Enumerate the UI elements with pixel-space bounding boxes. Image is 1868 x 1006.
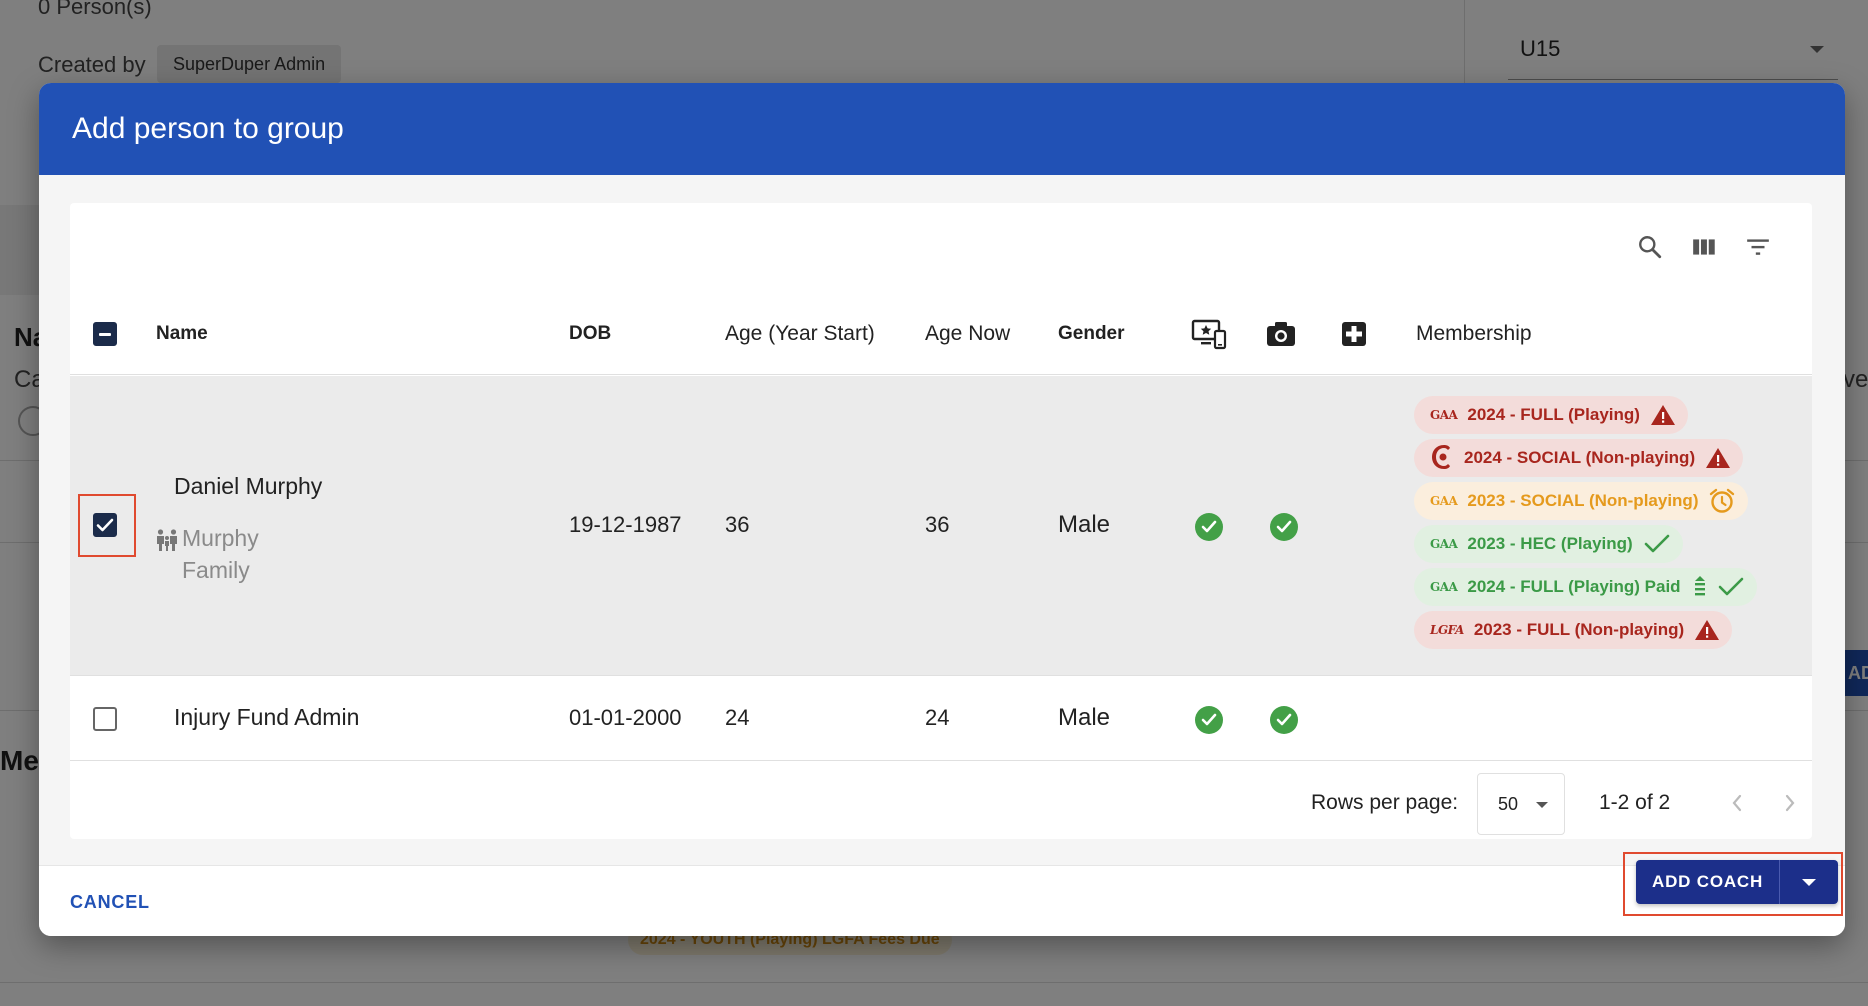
check-icon bbox=[1717, 576, 1745, 598]
column-header-membership[interactable]: Membership bbox=[1416, 293, 1532, 375]
table-pagination: Rows per page: 50 1-2 of 2 bbox=[70, 765, 1812, 839]
dob-value: 01-01-2000 bbox=[569, 705, 682, 730]
column-header-photo-icon[interactable] bbox=[1266, 293, 1296, 375]
family-icon bbox=[156, 528, 178, 560]
membership-chip[interactable]: LGFA 2023 - FULL (Non-playing) bbox=[1414, 611, 1733, 649]
add-coach-dropdown-button[interactable] bbox=[1780, 860, 1839, 904]
check-icon bbox=[1643, 533, 1671, 555]
family-link[interactable]: Murphy Family bbox=[156, 522, 259, 586]
photo-status-ok-icon bbox=[1270, 513, 1298, 541]
installments-icon bbox=[1691, 575, 1709, 599]
add-coach-button[interactable]: ADD COACH bbox=[1636, 860, 1781, 904]
select-all-checkbox[interactable] bbox=[93, 322, 117, 346]
membership-label: 2024 - SOCIAL (Non-playing) bbox=[1464, 448, 1696, 467]
membership-chip[interactable]: GAA 2024 - FULL (Playing) bbox=[1414, 396, 1688, 434]
membership-label: 2024 - FULL (Playing) Paid bbox=[1467, 577, 1681, 596]
row-checkbox[interactable] bbox=[93, 707, 117, 731]
lgfa-logo-icon: LGFA bbox=[1430, 623, 1464, 637]
membership-chip[interactable]: 2024 - SOCIAL (Non-playing) bbox=[1414, 439, 1744, 477]
rows-per-page-select[interactable]: 50 bbox=[1477, 773, 1565, 835]
check-icon bbox=[96, 518, 114, 532]
person-name[interactable]: Daniel Murphy bbox=[174, 473, 322, 500]
dialog-actions: CANCEL ADD COACH bbox=[39, 852, 1845, 936]
monitor-star-icon bbox=[1191, 319, 1227, 350]
add-person-dialog: Add person to group Name DOB Age (Year S… bbox=[39, 83, 1845, 936]
gender-value: Male bbox=[1058, 704, 1111, 731]
warning-icon bbox=[1705, 447, 1731, 469]
dob-value: 19-12-1987 bbox=[569, 512, 682, 537]
camera-icon bbox=[1267, 322, 1295, 346]
online-status-ok-icon bbox=[1195, 513, 1223, 541]
gaa-logo-icon: GAA bbox=[1430, 580, 1458, 594]
family-name-line1: Murphy bbox=[182, 525, 259, 551]
table-toolbar bbox=[1634, 231, 1774, 263]
online-status-ok-icon bbox=[1195, 706, 1223, 734]
pagination-range: 1-2 of 2 bbox=[1599, 791, 1671, 814]
view-column-icon[interactable] bbox=[1688, 231, 1720, 263]
gender-value: Male bbox=[1058, 511, 1111, 538]
membership-chip[interactable]: GAA 2023 - HEC (Playing) bbox=[1414, 525, 1683, 563]
photo-status-ok-icon bbox=[1270, 706, 1298, 734]
family-name-line2: Family bbox=[182, 557, 250, 583]
column-header-online-icon[interactable] bbox=[1191, 293, 1227, 375]
column-header-gender[interactable]: Gender bbox=[1058, 293, 1125, 375]
age-now-value: 36 bbox=[925, 512, 950, 537]
person-name[interactable]: Injury Fund Admin bbox=[174, 704, 359, 731]
filter-icon[interactable] bbox=[1742, 231, 1774, 263]
chevron-right-icon bbox=[1785, 794, 1795, 812]
row-checkbox[interactable] bbox=[93, 513, 117, 537]
warning-icon bbox=[1694, 619, 1720, 641]
alarm-icon bbox=[1708, 487, 1736, 515]
camogie-logo-icon bbox=[1430, 443, 1454, 474]
warning-icon bbox=[1650, 404, 1676, 426]
dialog-title: Add person to group bbox=[39, 83, 1845, 175]
table-header-row: Name DOB Age (Year Start) Age Now Gender… bbox=[70, 293, 1812, 375]
next-page-button[interactable] bbox=[1776, 789, 1804, 817]
search-icon[interactable] bbox=[1634, 231, 1666, 263]
gaa-logo-icon: GAA bbox=[1430, 537, 1458, 551]
cancel-button[interactable]: CANCEL bbox=[60, 884, 160, 920]
age-year-start-value: 36 bbox=[725, 512, 750, 537]
medical-cross-icon bbox=[1342, 322, 1366, 346]
table-row[interactable]: Injury Fund Admin 01-01-2000 24 24 Male bbox=[70, 676, 1812, 761]
membership-label: 2023 - HEC (Playing) bbox=[1467, 534, 1633, 553]
table-row[interactable]: Daniel Murphy Murphy Family 19-12-1987 3… bbox=[70, 376, 1812, 676]
column-header-name[interactable]: Name bbox=[156, 293, 208, 375]
dialog-body: Name DOB Age (Year Start) Age Now Gender… bbox=[39, 175, 1845, 936]
column-header-medical-icon[interactable] bbox=[1341, 293, 1367, 375]
membership-chip[interactable]: GAA 2024 - FULL (Playing) Paid bbox=[1414, 568, 1757, 606]
column-header-age-now[interactable]: Age Now bbox=[925, 293, 1010, 375]
add-coach-split-button: ADD COACH bbox=[1636, 860, 1839, 904]
age-now-value: 24 bbox=[925, 705, 950, 730]
age-year-start-value: 24 bbox=[725, 705, 750, 730]
caret-down-icon bbox=[1802, 878, 1817, 886]
membership-label: 2023 - SOCIAL (Non-playing) bbox=[1467, 491, 1699, 510]
gaa-logo-icon: GAA bbox=[1430, 408, 1458, 422]
select-all-cell bbox=[93, 293, 117, 375]
rows-per-page-label: Rows per page: bbox=[1311, 791, 1459, 814]
column-header-age-year-start[interactable]: Age (Year Start) bbox=[725, 293, 875, 375]
column-header-dob[interactable]: DOB bbox=[569, 293, 611, 375]
rows-per-page-value: 50 bbox=[1498, 794, 1519, 814]
handball-logo-icon: GAA bbox=[1430, 494, 1458, 508]
membership-list: GAA 2024 - FULL (Playing) 2024 - SOCIAL … bbox=[1414, 396, 1757, 654]
previous-page-button[interactable] bbox=[1723, 789, 1751, 817]
caret-down-icon bbox=[1536, 802, 1548, 808]
membership-chip[interactable]: GAA 2023 - SOCIAL (Non-playing) bbox=[1414, 482, 1749, 520]
membership-label: 2023 - FULL (Non-playing) bbox=[1473, 620, 1685, 639]
chevron-left-icon bbox=[1732, 794, 1742, 812]
membership-label: 2024 - FULL (Playing) bbox=[1467, 405, 1640, 424]
persons-table: Name DOB Age (Year Start) Age Now Gender… bbox=[70, 203, 1812, 839]
